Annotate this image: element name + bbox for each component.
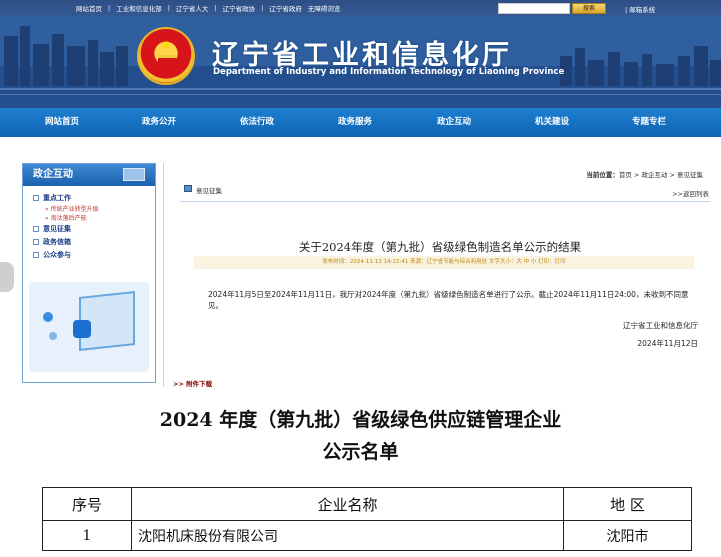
top-link-accessibility[interactable]: 无障碍浏览 [308, 3, 341, 13]
document-preview: 2024 年度（第九批）省级绿色供应链管理企业 公示名单 序号 企业名称 地 区… [0, 392, 721, 557]
breadcrumb: 当前位置：首页 > 政企互动 > 意见征集 [586, 171, 703, 179]
top-link-npc[interactable]: 辽宁省人大 [176, 3, 209, 13]
article-meta: 发布时间：2024-11-12 14:22:41 来源：辽宁省节能与综合利用处 … [194, 256, 694, 269]
signature-date: 2024年11月12日 [637, 339, 698, 348]
sidebar-item-mailbox[interactable]: 政务信箱 [33, 236, 155, 249]
sidebar-menu: 重点工作 » 传统产业转型升级 » 淘汰落后产能 意见征集 政务信箱 公众参与 [23, 186, 155, 262]
mail-system-link[interactable]: | 邮箱系统 [625, 4, 655, 14]
article-title: 关于2024年度（第九批）省级绿色制造名单公示的结果 [298, 240, 582, 254]
sidebar-subitem-upgrade[interactable]: » 传统产业转型升级 [33, 205, 155, 214]
nav-item-gov-affairs[interactable]: 政务公开 [142, 108, 176, 137]
top-link-miit[interactable]: 工业和信息化部 [116, 3, 162, 13]
table-cell-region: 沈阳市 [563, 520, 692, 551]
main-nav: 网站首页 政务公开 依法行政 政务服务 政企互动 机关建设 专题专栏 [0, 108, 721, 137]
sidebar-item-participation[interactable]: 公众参与 [33, 249, 155, 262]
column-header: 序号 [42, 487, 132, 521]
nav-item-organ[interactable]: 机关建设 [535, 108, 569, 137]
expand-icon [33, 195, 39, 201]
table-row: 1 沈阳机床股份有限公司 沈阳市 [42, 520, 692, 551]
expand-icon [33, 252, 39, 258]
column-header: 企业名称 [131, 487, 564, 521]
sidebar-item-key-work[interactable]: 重点工作 [33, 192, 155, 205]
enterprise-table: 序号 企业名称 地 区 1 沈阳机床股份有限公司 沈阳市 [42, 487, 692, 551]
top-link-home[interactable]: 网站首页 [76, 3, 102, 13]
sidebar-subitem-capacity[interactable]: » 淘汰落后产能 [33, 214, 155, 223]
sidebar-item-opinions[interactable]: 意见征集 [33, 223, 155, 236]
document-subtitle: 公示名单 [322, 441, 399, 463]
table-cell-company: 沈阳机床股份有限公司 [131, 520, 564, 551]
national-emblem-icon: ★ [137, 27, 195, 85]
signature-org: 辽宁省工业和信息化厅 [623, 321, 698, 330]
table-cell-index: 1 [42, 520, 132, 551]
search-button[interactable]: 搜索 [572, 3, 606, 14]
document-title: 2024 年度（第九批）省级绿色供应链管理企业 [159, 409, 562, 431]
top-link-bar: 网站首页 | 工业和信息化部 | 辽宁省人大 | 辽宁省政协 | 辽宁省政府 无… [76, 3, 341, 13]
nav-item-interaction[interactable]: 政企互动 [437, 108, 471, 137]
sidebar: 政企互动 重点工作 » 传统产业转型升级 » 淘汰落后产能 意见征集 政务信箱 … [22, 163, 156, 383]
article-panel: 当前位置：首页 > 政企互动 > 意见征集 意见征集 >>返回列表 关于2024… [163, 163, 715, 388]
attachment-download-link[interactable]: >> 附件下载 [173, 378, 212, 388]
nav-item-law[interactable]: 依法行政 [240, 108, 274, 137]
back-to-list-link[interactable]: >>返回列表 [672, 188, 709, 198]
top-link-gov[interactable]: 辽宁省政府 [269, 3, 302, 13]
site-header: 网站首页 | 工业和信息化部 | 辽宁省人大 | 辽宁省政协 | 辽宁省政府 无… [0, 0, 721, 108]
expand-icon [33, 226, 39, 232]
search-input[interactable] [498, 3, 570, 14]
computer-icon [123, 168, 145, 181]
article-body: 2024年11月5日至2024年11月11日，我厅对2024年度（第九批）省级绿… [208, 290, 689, 310]
expand-icon [33, 239, 39, 245]
user-icon [73, 320, 91, 338]
scroll-handle[interactable] [0, 262, 14, 292]
spacer-band [0, 137, 721, 157]
section-tab-label: 意见征集 [196, 187, 222, 195]
document-icon [184, 185, 192, 192]
divider [180, 201, 710, 202]
nav-item-services[interactable]: 政务服务 [338, 108, 372, 137]
top-link-cppcc[interactable]: 辽宁省政协 [223, 3, 256, 13]
sidebar-illustration [29, 282, 149, 372]
nav-item-topics[interactable]: 专题专栏 [632, 108, 666, 137]
sidebar-heading: 政企互动 [23, 164, 155, 186]
nav-item-home[interactable]: 网站首页 [45, 108, 79, 137]
site-subtitle: Department of Industry and Information T… [213, 67, 565, 77]
column-header: 地 区 [563, 487, 692, 521]
table-header-row: 序号 企业名称 地 区 [42, 487, 692, 521]
